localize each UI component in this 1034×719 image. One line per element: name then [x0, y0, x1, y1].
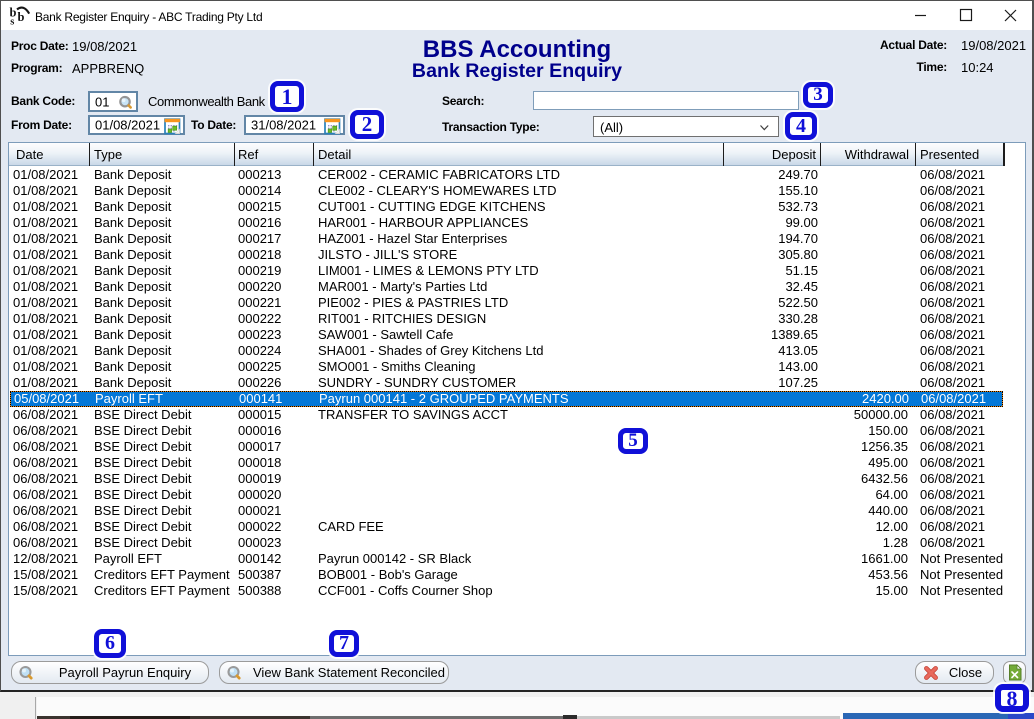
svg-text:s: s [10, 17, 14, 28]
svg-text:b: b [18, 10, 25, 24]
